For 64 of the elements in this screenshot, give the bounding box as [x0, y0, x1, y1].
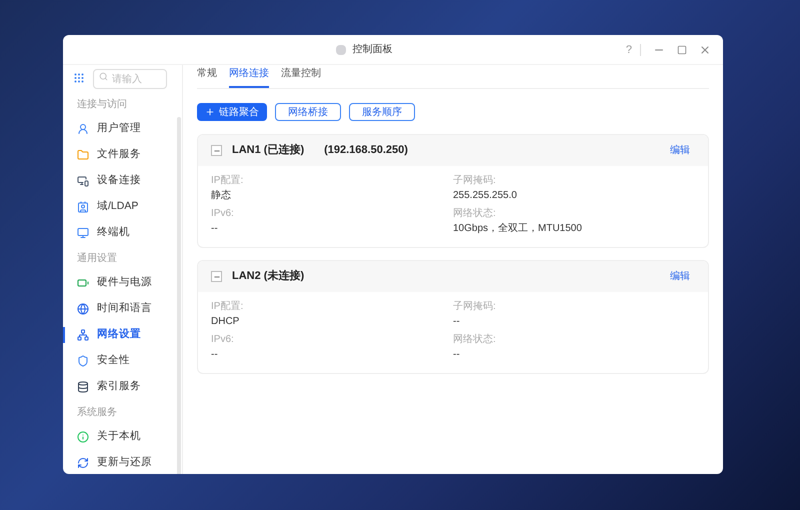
- globe-icon: [77, 303, 89, 315]
- field-label: IPv6:: [211, 208, 235, 220]
- sidebar-item[interactable]: 关于本机: [63, 424, 182, 450]
- field-value: 10Gbps，全双工，MTU1500: [453, 223, 583, 235]
- section-title: 系统服务: [76, 406, 118, 420]
- close-icon[interactable]: [699, 44, 711, 56]
- sidebar-item[interactable]: 硬件与电源: [63, 270, 182, 296]
- maximize-icon[interactable]: [677, 44, 687, 54]
- field-value: DHCP: [211, 316, 240, 328]
- section-title: 通用设置: [76, 252, 118, 266]
- tab[interactable]: 常规: [197, 66, 217, 88]
- user-icon: [77, 123, 89, 135]
- tab[interactable]: 流量控制: [281, 66, 321, 88]
- interface-name: LAN2 (未连接): [232, 268, 304, 284]
- sidebar-item[interactable]: 域/LDAP: [63, 194, 182, 220]
- collapse-button[interactable]: [211, 271, 222, 282]
- sidebar-item[interactable]: 用户管理: [63, 116, 182, 142]
- sidebar-item[interactable]: 文件服务: [63, 142, 182, 168]
- field-label: IP配置:: [211, 175, 244, 187]
- field-value: --: [453, 316, 461, 328]
- plus-icon: [205, 107, 215, 117]
- apps-grid-icon[interactable]: [73, 72, 85, 84]
- field-value: 255.255.255.0: [453, 190, 518, 202]
- devices-icon: [77, 175, 89, 187]
- section-title: 连接与访问: [76, 98, 128, 112]
- field-value: 静态: [211, 190, 232, 202]
- edit-link[interactable]: 编辑: [670, 143, 690, 158]
- info-icon: [77, 431, 89, 443]
- collapse-button[interactable]: [211, 145, 222, 156]
- refresh-icon: [77, 457, 89, 469]
- outline-button[interactable]: 网络桥接: [275, 103, 341, 121]
- field-label: IPv6:: [211, 334, 235, 346]
- field-value: --: [453, 349, 461, 361]
- shield-icon: [77, 355, 89, 367]
- field-value: --: [211, 223, 219, 235]
- database-icon: [77, 381, 89, 393]
- app-icon: [336, 44, 346, 54]
- tab[interactable]: 网络连接: [229, 66, 269, 88]
- sidebar-item[interactable]: 索引服务: [63, 374, 182, 400]
- field-label: 网络状态:: [453, 334, 497, 346]
- field-label: IP配置:: [211, 301, 244, 313]
- sidebar-item[interactable]: 安全性: [63, 348, 182, 374]
- folder-icon: [77, 149, 89, 161]
- battery-icon: [77, 277, 89, 289]
- link-aggregation-button[interactable]: 链路聚合: [197, 103, 267, 121]
- field-label: 子网掩码:: [453, 301, 497, 313]
- monitor-icon: [77, 227, 89, 239]
- search-field[interactable]: 请输入: [93, 69, 167, 89]
- sidebar-item[interactable]: 设备连接: [63, 168, 182, 194]
- interface-name: LAN1 (已连接): [232, 142, 304, 158]
- interface-address: (192.168.50.250): [324, 143, 408, 158]
- outline-button[interactable]: 服务顺序: [349, 103, 415, 121]
- field-value: --: [211, 349, 219, 361]
- sidebar-item[interactable]: 网络设置: [63, 322, 182, 348]
- window-title: 控制面板: [352, 42, 392, 57]
- sidebar-item[interactable]: 更新与还原: [63, 450, 182, 474]
- field-label: 网络状态:: [453, 208, 497, 220]
- contact-card-icon: [77, 201, 89, 213]
- sidebar-item[interactable]: 时间和语言: [63, 296, 182, 322]
- edit-link[interactable]: 编辑: [670, 269, 690, 284]
- network-icon: [77, 329, 89, 341]
- search-icon: [99, 72, 108, 80]
- sidebar-item[interactable]: 终端机: [63, 220, 182, 246]
- field-label: 子网掩码:: [453, 175, 497, 187]
